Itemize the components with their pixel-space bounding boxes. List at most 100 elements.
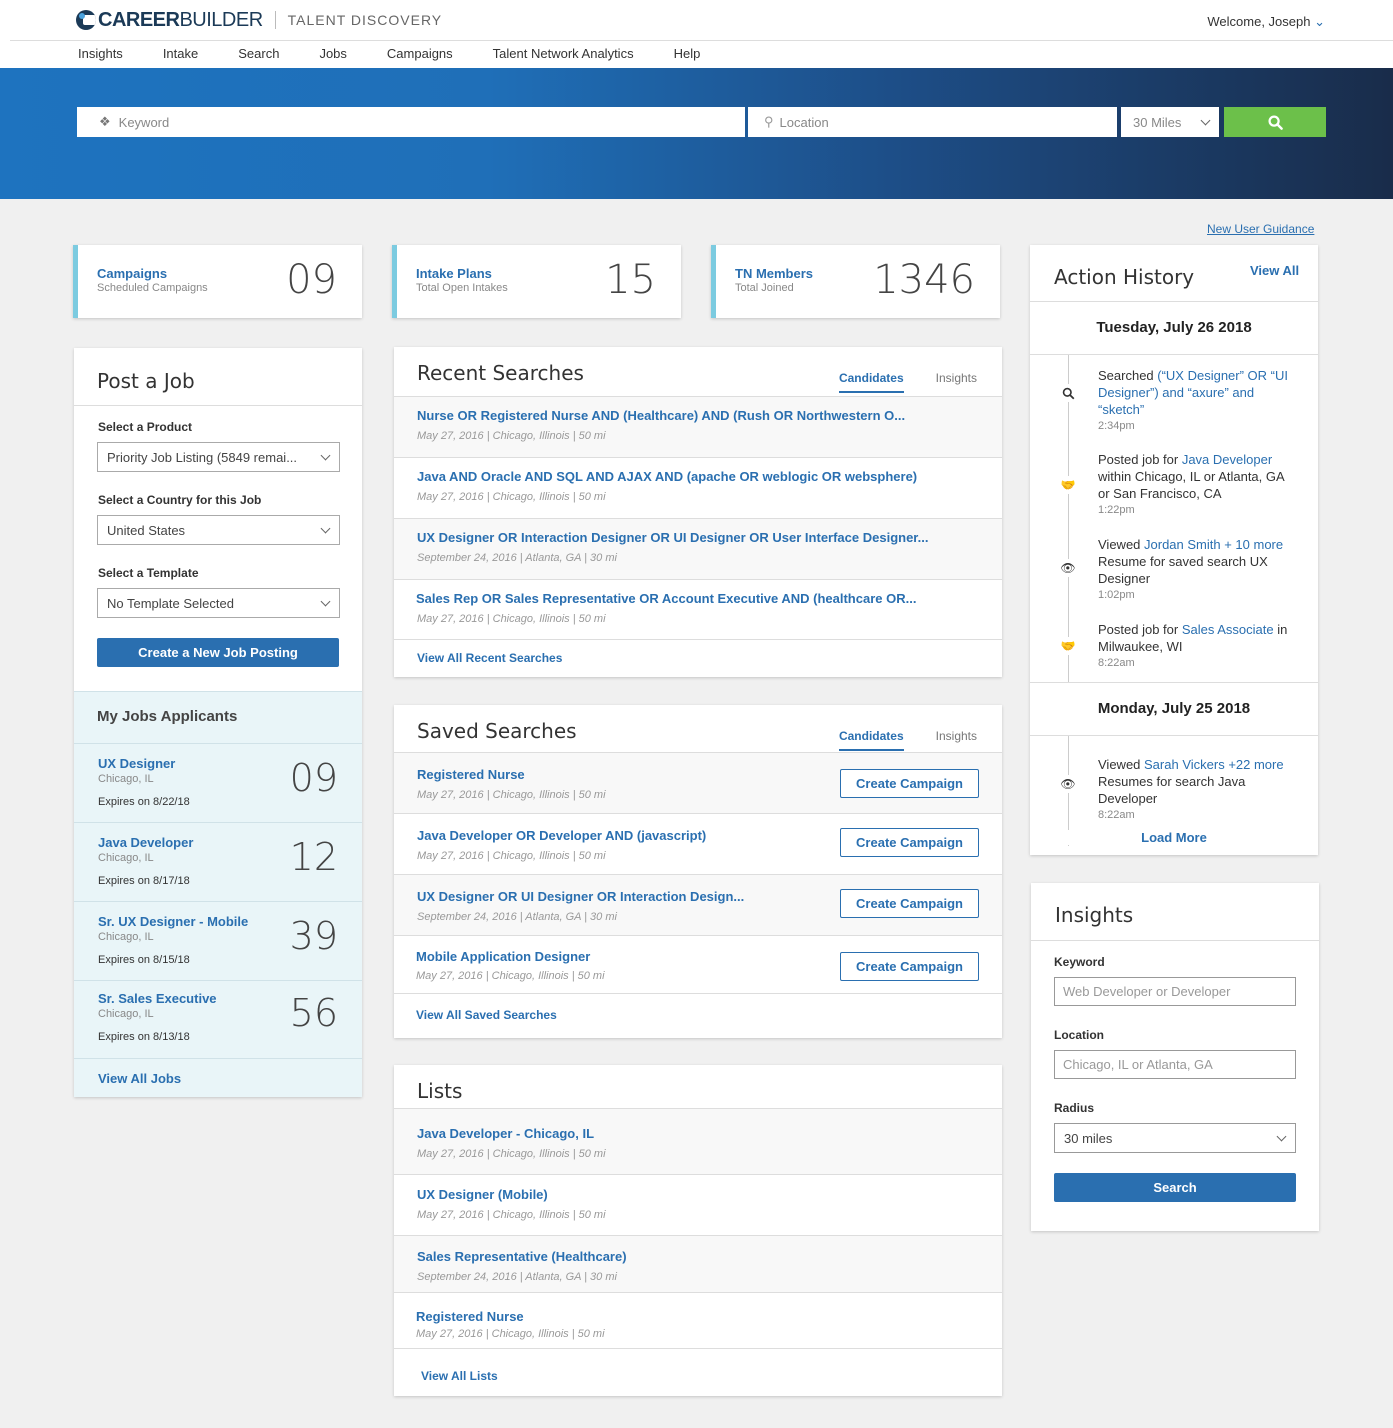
tab-insights[interactable]: Insights — [936, 729, 977, 751]
search-meta: May 27, 2016 | Chicago, Illinois | 50 mi — [417, 850, 606, 862]
tab-candidates[interactable]: Candidates — [838, 371, 904, 393]
search-icon — [1059, 384, 1077, 402]
list-item[interactable]: Registered Nurse May 27, 2016 | Chicago,… — [394, 1292, 1002, 1348]
nav-intake[interactable]: Intake — [163, 46, 198, 61]
list-item[interactable]: Sales Representative (Healthcare) Septem… — [394, 1235, 1002, 1292]
user-menu[interactable]: Welcome, Joseph ⌄ — [1207, 14, 1325, 30]
country-select[interactable]: United States — [97, 515, 340, 545]
eye-icon: 👁 — [1059, 559, 1077, 577]
stat-value: 15 — [605, 257, 656, 303]
view-all-jobs-row: View All Jobs — [74, 1058, 362, 1097]
job-title[interactable]: Sr. UX Designer - Mobile — [98, 914, 248, 929]
insights-location-input[interactable]: Chicago, IL or Atlanta, GA — [1054, 1050, 1296, 1079]
divider — [1030, 682, 1318, 683]
job-item[interactable]: Sr. Sales Executive Chicago, IL Expires … — [74, 980, 362, 1058]
job-item[interactable]: UX Designer Chicago, IL Expires on 8/22/… — [74, 743, 362, 822]
create-campaign-button[interactable]: Create Campaign — [840, 889, 979, 918]
create-campaign-button[interactable]: Create Campaign — [840, 769, 979, 798]
view-all-saved-searches-link[interactable]: View All Saved Searches — [416, 1008, 557, 1022]
insights-radius-select[interactable]: 30 miles — [1054, 1123, 1296, 1153]
search-query-link[interactable]: Java AND Oracle AND SQL AND AJAX AND (ap… — [417, 469, 917, 484]
list-item[interactable]: Registered Nurse May 27, 2016 | Chicago,… — [394, 752, 1002, 813]
job-expires: Expires on 8/13/18 — [98, 1031, 190, 1043]
event-link[interactable]: Sales Associate — [1182, 622, 1274, 637]
event-link[interactable]: Jordan Smith + 10 more — [1144, 537, 1283, 552]
campaigns-stat-card[interactable]: Campaigns Scheduled Campaigns 09 — [73, 245, 362, 318]
search-query-link[interactable]: Nurse OR Registered Nurse AND (Healthcar… — [417, 408, 905, 423]
nav-talent-network-analytics[interactable]: Talent Network Analytics — [493, 46, 634, 61]
nav-help[interactable]: Help — [674, 46, 701, 61]
tag-icon: ❖ — [99, 114, 111, 129]
job-item[interactable]: Sr. UX Designer - Mobile Chicago, IL Exp… — [74, 901, 362, 980]
view-all-jobs-link[interactable]: View All Jobs — [98, 1071, 181, 1086]
list-link[interactable]: UX Designer (Mobile) — [417, 1187, 548, 1202]
event-link[interactable]: Java Developer — [1182, 452, 1272, 467]
load-more-link[interactable]: Load More — [1030, 830, 1318, 845]
search-query-link[interactable]: UX Designer OR Interaction Designer OR U… — [417, 530, 928, 545]
applicant-count: 12 — [289, 835, 338, 879]
insights-keyword-input[interactable]: Web Developer or Developer — [1054, 977, 1296, 1006]
saved-search-link[interactable]: UX Designer OR UI Designer OR Interactio… — [417, 889, 744, 904]
create-campaign-button[interactable]: Create Campaign — [840, 828, 979, 857]
nav-campaigns[interactable]: Campaigns — [387, 46, 453, 61]
list-item[interactable]: Sales Rep OR Sales Representative OR Acc… — [394, 579, 1002, 639]
insights-search-button[interactable]: Search — [1054, 1173, 1296, 1202]
job-expires: Expires on 8/15/18 — [98, 954, 190, 966]
job-title[interactable]: UX Designer — [98, 756, 175, 771]
job-title[interactable]: Java Developer — [98, 835, 193, 850]
stat-subtitle: Total Joined — [735, 282, 794, 294]
stat-title: Campaigns — [97, 266, 168, 281]
event-link[interactable]: Sarah Vickers +22 more — [1144, 757, 1284, 772]
tab-insights[interactable]: Insights — [936, 371, 977, 393]
nav-jobs[interactable]: Jobs — [319, 46, 346, 61]
job-item[interactable]: Java Developer Chicago, IL Expires on 8/… — [74, 822, 362, 901]
tab-candidates[interactable]: Candidates — [838, 729, 904, 751]
list-meta: September 24, 2016 | Atlanta, GA | 30 mi — [417, 1271, 617, 1283]
template-select[interactable]: No Template Selected — [97, 588, 340, 618]
saved-search-link[interactable]: Java Developer OR Developer AND (javascr… — [417, 828, 706, 843]
chevron-down-icon — [320, 596, 331, 606]
list-item[interactable]: Java Developer OR Developer AND (javascr… — [394, 813, 1002, 874]
list-item[interactable]: UX Designer OR UI Designer OR Interactio… — [394, 874, 1002, 935]
intake-plans-stat-card[interactable]: Intake Plans Total Open Intakes 15 — [392, 245, 681, 318]
list-item[interactable]: Nurse OR Registered Nurse AND (Healthcar… — [394, 396, 1002, 457]
product-select[interactable]: Priority Job Listing (5849 remai... — [97, 442, 340, 472]
list-link[interactable]: Sales Representative (Healthcare) — [417, 1249, 627, 1264]
nav-search[interactable]: Search — [238, 46, 279, 61]
product-label: Select a Product — [98, 420, 193, 434]
list-link[interactable]: Java Developer - Chicago, IL — [417, 1126, 594, 1141]
keyword-input[interactable]: ❖ Keyword — [77, 107, 745, 137]
chevron-down-icon: ⌄ — [1314, 14, 1325, 29]
view-all-recent-searches-link[interactable]: View All Recent Searches — [417, 651, 562, 665]
logo-divider — [274, 11, 276, 29]
list-item[interactable]: UX Designer (Mobile) May 27, 2016 | Chic… — [394, 1174, 1002, 1235]
stat-title: TN Members — [735, 266, 814, 281]
new-user-guidance-link[interactable]: New User Guidance — [1207, 222, 1314, 236]
job-location: Chicago, IL — [98, 931, 154, 943]
list-item[interactable]: Java Developer - Chicago, IL May 27, 201… — [394, 1108, 1002, 1174]
careerbuilder-logo[interactable]: CAREERBUILDER TALENT DISCOVERY — [76, 9, 443, 31]
nav-insights[interactable]: Insights — [78, 46, 123, 61]
search-meta: May 27, 2016 | Chicago, Illinois | 50 mi — [417, 613, 606, 625]
list-item[interactable]: UX Designer OR Interaction Designer OR U… — [394, 518, 1002, 579]
location-input[interactable]: ⚲ Location — [748, 107, 1117, 137]
product-name: TALENT DISCOVERY — [287, 12, 443, 28]
list-item[interactable]: Java AND Oracle AND SQL AND AJAX AND (ap… — [394, 457, 1002, 518]
view-all-history-link[interactable]: View All — [1250, 263, 1299, 278]
chevron-down-icon — [320, 450, 331, 460]
insights-radius-label: Radius — [1054, 1101, 1095, 1115]
list-link[interactable]: Registered Nurse — [416, 1309, 524, 1324]
saved-search-link[interactable]: Mobile Application Designer — [416, 949, 590, 964]
search-query-link[interactable]: Sales Rep OR Sales Representative OR Acc… — [416, 591, 916, 606]
view-all-lists-link[interactable]: View All Lists — [421, 1369, 498, 1383]
job-title[interactable]: Sr. Sales Executive — [98, 991, 217, 1006]
tn-members-stat-card[interactable]: TN Members Total Joined 1346 — [711, 245, 1000, 318]
list-item[interactable]: Mobile Application Designer May 27, 2016… — [394, 935, 1002, 993]
radius-select[interactable]: 30 Miles — [1121, 107, 1219, 137]
create-job-posting-button[interactable]: Create a New Job Posting — [97, 638, 339, 667]
create-campaign-button[interactable]: Create Campaign — [840, 952, 979, 981]
saved-search-link[interactable]: Registered Nurse — [417, 767, 525, 782]
search-button[interactable] — [1224, 107, 1326, 137]
stat-title: Intake Plans — [416, 266, 492, 281]
action-history-card: Action History View All Tuesday, July 26… — [1030, 245, 1318, 855]
